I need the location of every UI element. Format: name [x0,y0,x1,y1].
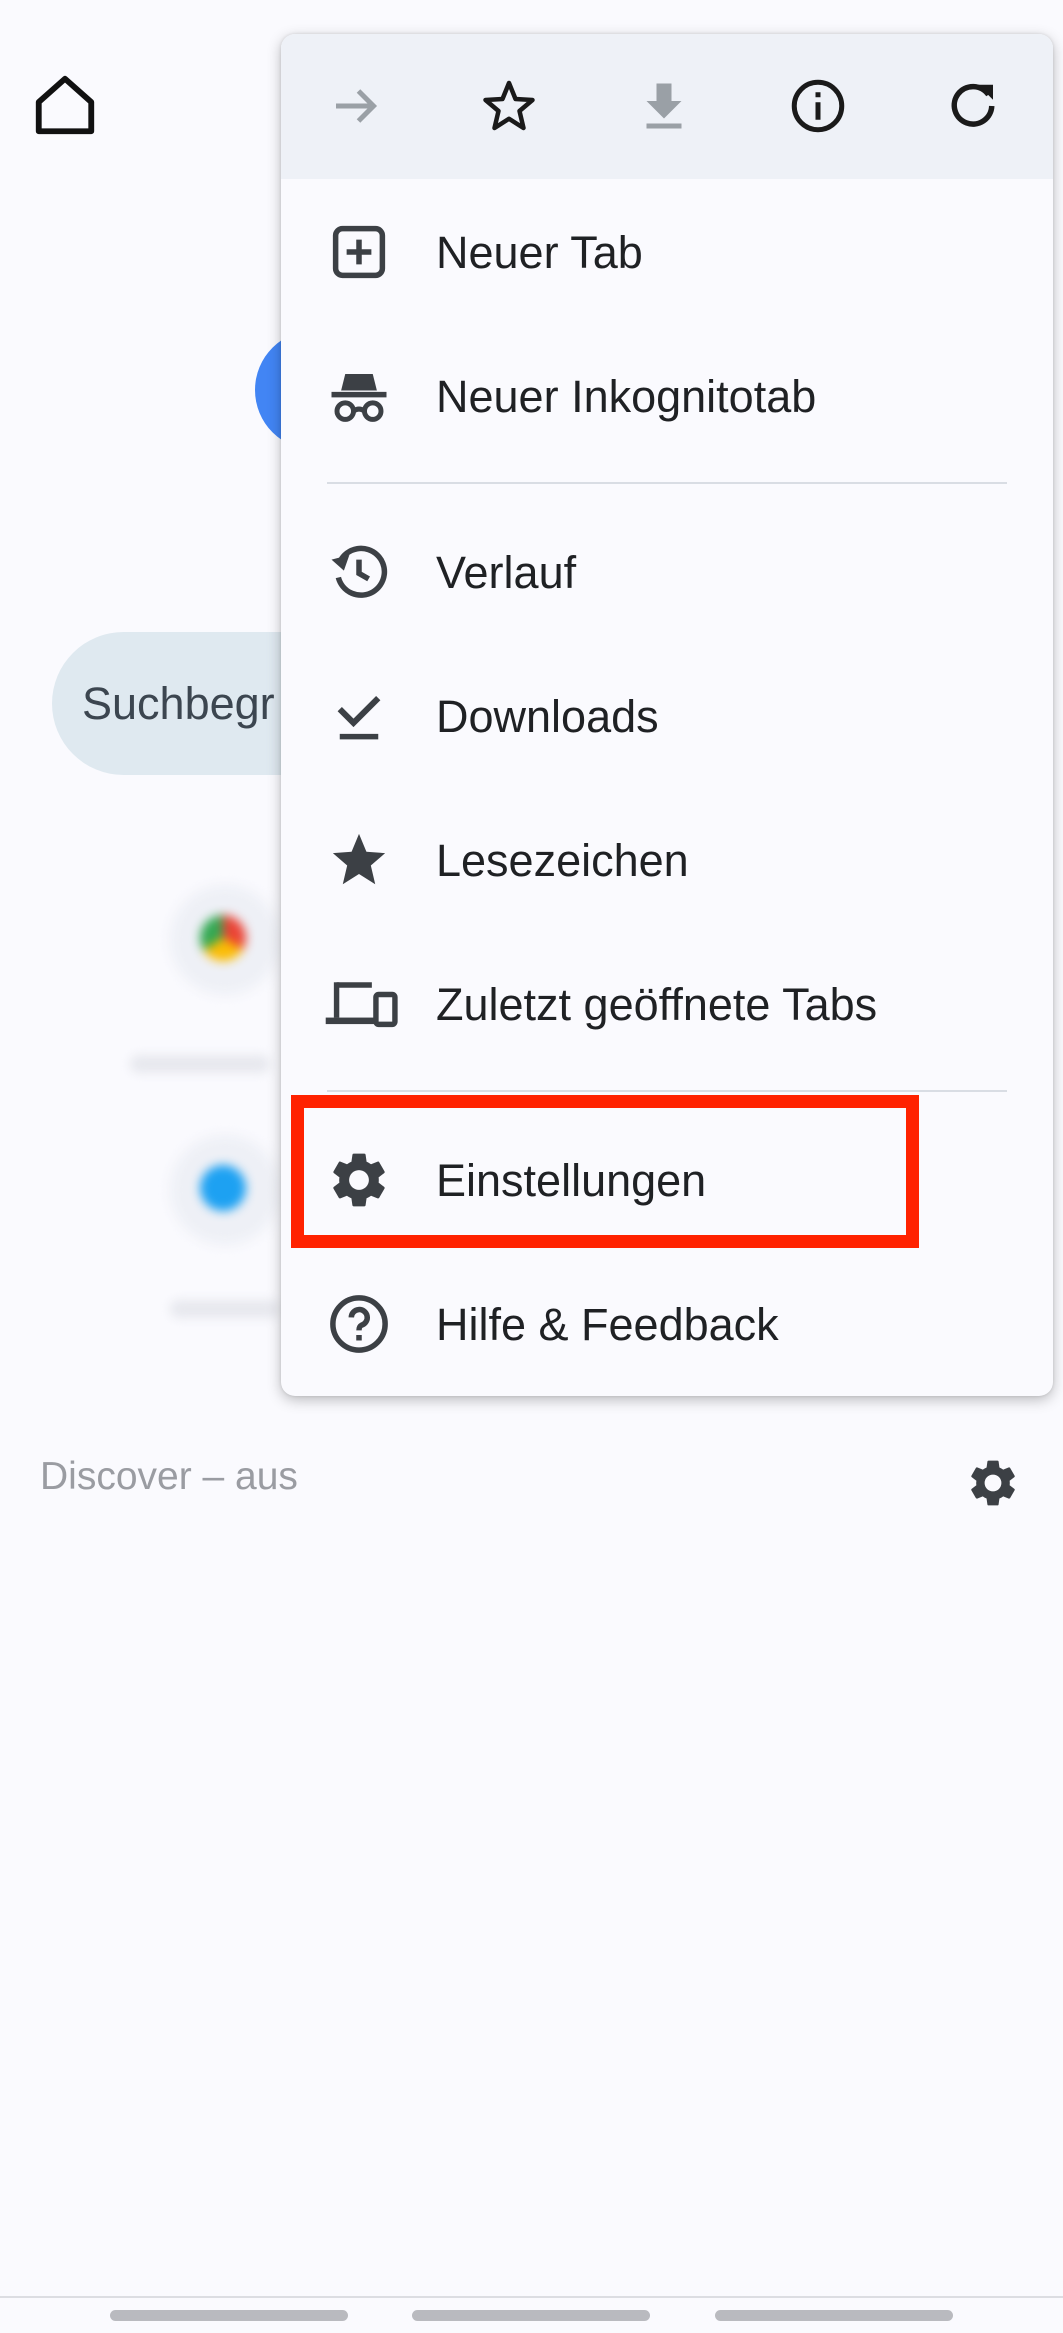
help-icon [330,1295,388,1353]
search-placeholder: Suchbegr [82,678,275,729]
menu-item-label: Downloads [436,691,659,742]
devices-icon [325,982,398,1028]
download-page-button[interactable] [614,56,714,156]
menu-item-label: Hilfe & Feedback [436,1299,779,1350]
menu-item-label: Zuletzt geöffnete Tabs [436,979,878,1030]
refresh-icon [951,83,995,127]
menu-item-help-feedback[interactable]: Hilfe & Feedback [281,1254,1053,1394]
menu-item-label: Lesezeichen [436,835,689,886]
menu-item-recent-tabs[interactable]: Zuletzt geöffnete Tabs [281,934,1053,1074]
new-tab-icon [332,225,386,279]
menu-item-new-incognito-tab[interactable]: Neuer Inkognitotab [281,326,1053,466]
menu-item-bookmarks[interactable]: Lesezeichen [281,790,1053,930]
downloads-check-icon [337,695,381,740]
menu-item-new-tab[interactable]: Neuer Tab [281,182,1053,322]
incognito-icon [331,374,387,422]
info-icon [791,79,845,133]
shortcut-label [130,1055,270,1073]
discover-status: Discover – aus [40,1455,298,1498]
nav-gesture-pill [715,2310,953,2321]
menu-toolbar [281,34,1053,179]
star-filled-icon [332,833,386,885]
menu-item-label: Verlauf [436,547,577,598]
forward-button[interactable] [306,56,406,156]
nav-gesture-pill [110,2310,348,2321]
menu-item-label: Neuer Tab [436,227,643,278]
nav-gesture-pill [412,2310,650,2321]
menu-item-history[interactable]: Verlauf [281,502,1053,642]
star-outline-icon [483,80,535,131]
menu-item-downloads[interactable]: Downloads [281,646,1053,786]
download-icon [646,83,682,129]
gear-icon[interactable] [965,1455,1021,1511]
bookmark-page-button[interactable] [459,56,559,156]
menu-divider [327,482,1007,484]
shortcut-favicon [200,1165,246,1211]
menu-item-label: Neuer Inkognitotab [436,371,817,422]
shortcut-label [170,1300,280,1318]
history-icon [331,545,388,598]
reload-button[interactable] [923,56,1023,156]
home-icon[interactable] [30,70,100,140]
forward-icon [336,89,378,123]
shortcut-favicon [200,915,246,961]
highlight-box [291,1095,919,1248]
menu-divider [327,1090,1007,1092]
navigation-bar-divider [0,2296,1063,2298]
page-info-button[interactable] [768,56,868,156]
